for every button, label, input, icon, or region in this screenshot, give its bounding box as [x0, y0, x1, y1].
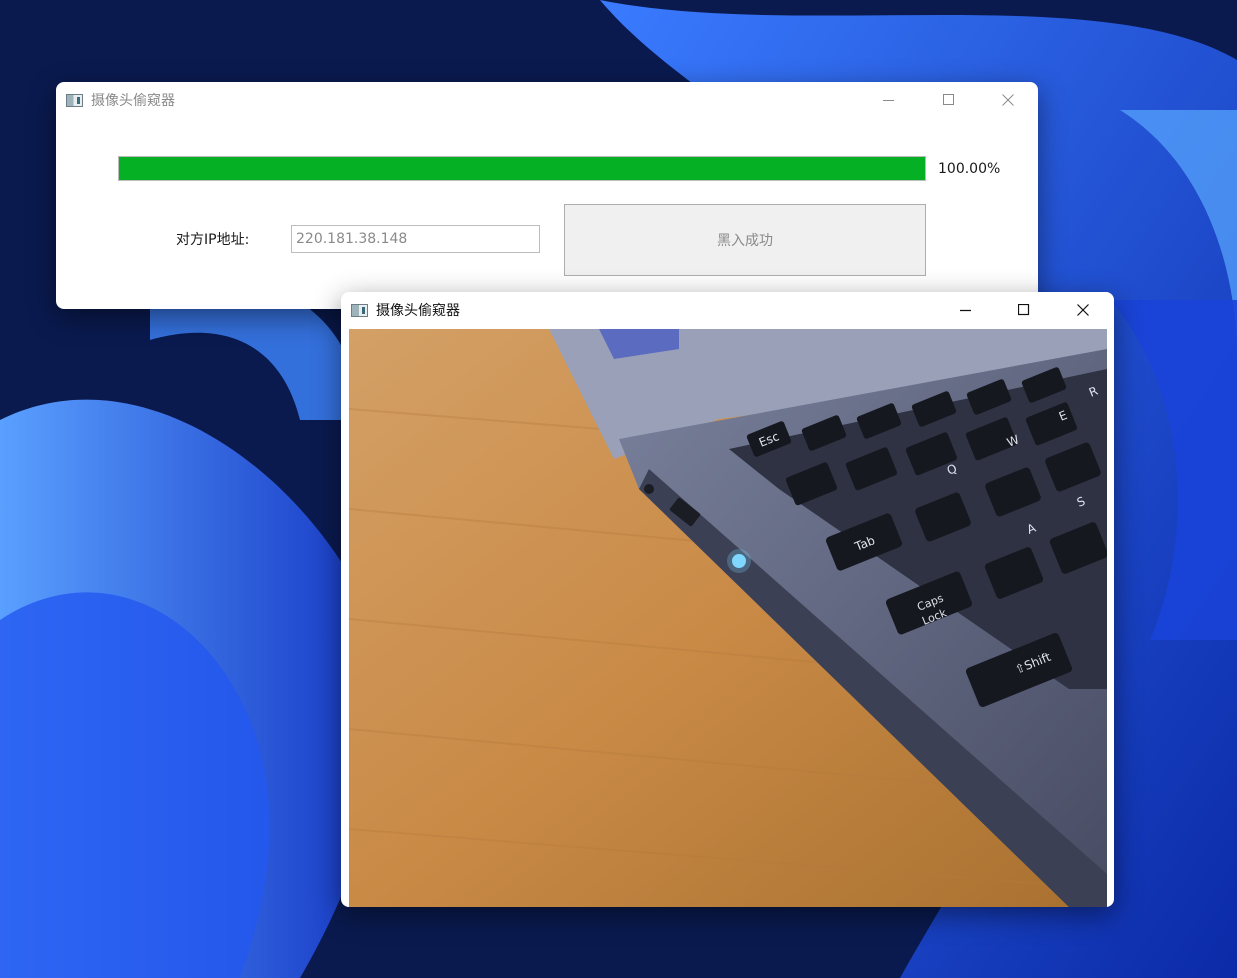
camera-feed-image: Esc Q W E R Tab A S Caps Lock ⇧Shift [349, 329, 1107, 907]
main-window: 摄像头偷窥器 100.00% 对方IP地址: 黑入成功 [56, 82, 1038, 309]
minimize-icon [883, 100, 894, 101]
minimize-button[interactable] [943, 292, 989, 328]
camera-window-title: 摄像头偷窥器 [376, 303, 460, 319]
maximize-button[interactable] [1001, 292, 1047, 328]
close-icon [1002, 94, 1014, 106]
close-button[interactable] [985, 82, 1031, 118]
ip-input[interactable] [291, 225, 540, 253]
progress-bar [118, 156, 926, 181]
progress-fill [119, 157, 925, 180]
camera-window-titlebar[interactable]: 摄像头偷窥器 [341, 292, 1114, 328]
minimize-icon [960, 309, 971, 312]
main-window-titlebar[interactable]: 摄像头偷窥器 [56, 82, 1038, 118]
main-window-title: 摄像头偷窥器 [91, 93, 175, 109]
app-icon [66, 93, 83, 107]
maximize-icon [1018, 304, 1030, 316]
app-icon [351, 303, 368, 317]
ip-label: 对方IP地址: [176, 232, 250, 248]
maximize-button[interactable] [926, 82, 972, 118]
progress-percent-text: 100.00% [938, 161, 1001, 177]
close-icon [1077, 304, 1089, 316]
maximize-icon [943, 94, 954, 105]
minimize-button[interactable] [866, 82, 912, 118]
camera-window: 摄像头偷窥器 Esc Q W E R Tab A S Caps Lock ⇧Sh… [341, 292, 1114, 907]
hack-button[interactable]: 黑入成功 [564, 204, 926, 276]
camera-feed: Esc Q W E R Tab A S Caps Lock ⇧Shift [349, 329, 1107, 907]
close-button[interactable] [1060, 292, 1106, 328]
